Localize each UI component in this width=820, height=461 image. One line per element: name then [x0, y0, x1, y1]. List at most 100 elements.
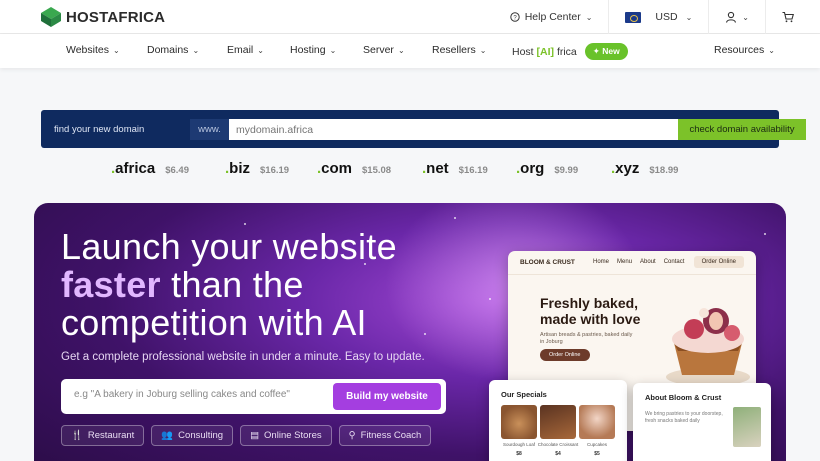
chip-label: Restaurant — [87, 430, 135, 441]
nav-label: Email — [227, 44, 254, 56]
tld-item[interactable]: .africa $6.49 — [111, 160, 189, 177]
build-website-button[interactable]: Build my website — [333, 383, 441, 410]
domain-search-bar: find your new domain www. check domain a… — [41, 110, 806, 148]
ai-prefix: Host — [512, 45, 534, 58]
tld-name: .xyz — [611, 160, 640, 177]
tld-item[interactable]: .com $15.08 — [317, 160, 391, 177]
croissant-image — [540, 405, 576, 439]
check-domain-button[interactable]: check domain availability — [678, 119, 806, 140]
hero-subtitle: Get a complete professional website in u… — [61, 351, 425, 363]
hero-banner: Launch your website faster than the comp… — [34, 203, 786, 461]
preview-link: Home — [593, 259, 610, 265]
help-center-menu[interactable]: ? Help Center ⌄ — [494, 0, 609, 34]
preview-about-card: About Bloom & Crust We bring pastries to… — [633, 383, 771, 461]
special-price: $4 — [555, 451, 561, 457]
dumbbell-icon: ⚲ — [348, 430, 356, 441]
chip-restaurant[interactable]: 🍴 Restaurant — [61, 425, 145, 446]
preview-link: Menu — [617, 259, 633, 265]
nav-server[interactable]: Server ⌄ — [363, 44, 405, 56]
chevron-down-icon: ⌄ — [585, 12, 593, 22]
special-price: $5 — [594, 451, 600, 457]
tld-price: $16.19 — [458, 165, 488, 176]
tld-price: $16.19 — [260, 165, 290, 176]
tld-price-row: .africa $6.49 .biz $16.19 .com $15.08 .net $… — [0, 160, 820, 180]
currency-selector[interactable]: USD ⌄ — [608, 0, 708, 34]
chevron-down-icon: ⌄ — [192, 45, 200, 55]
chevron-down-icon: ⌄ — [329, 45, 337, 55]
tld-item[interactable]: .org $9.99 — [516, 160, 578, 177]
about-title: About Bloom & Crust — [645, 393, 722, 402]
nav-label: Websites — [66, 44, 109, 56]
new-badge: ✦ New — [584, 43, 628, 60]
nav-email[interactable]: Email ⌄ — [227, 44, 264, 56]
tld-item[interactable]: .biz $16.19 — [225, 160, 289, 177]
tld-name: .biz — [225, 160, 251, 177]
main-nav: Websites ⌄ Domains ⌄ Email ⌄ Hosting ⌄ Serve… — [0, 34, 820, 68]
chip-consulting[interactable]: 👥 Consulting — [151, 425, 234, 446]
about-text: We bring pastries to your doorstep, fres… — [645, 411, 723, 424]
nav-resources[interactable]: Resources ⌄ — [714, 44, 775, 56]
tld-name: .africa — [111, 160, 156, 177]
ai-brand: Host [AI] frica — [512, 46, 577, 58]
tld-item[interactable]: .net $16.19 — [422, 160, 488, 177]
special-price: $8 — [516, 451, 522, 457]
preview-specials-card: Our Specials Sourdough Loaf Chocolate Cr… — [489, 380, 627, 461]
special-label: Sourdough Loaf — [502, 442, 536, 447]
nav-hosting[interactable]: Hosting ⌄ — [290, 44, 336, 56]
preview-tagline: Artisan breads & pastries, baked daily i… — [540, 332, 633, 345]
tld-name: .com — [317, 160, 353, 177]
chevron-down-icon: ⌄ — [397, 45, 405, 55]
preview-links: Home Menu About Contact — [593, 259, 684, 265]
tld-name: .net — [422, 160, 449, 177]
tld-price: $9.99 — [554, 165, 579, 176]
chip-online-stores[interactable]: ▤ Online Stores — [240, 425, 332, 446]
help-center-label: Help Center — [524, 11, 581, 23]
nav-label: Hosting — [290, 44, 326, 56]
ai-suffix: frica — [556, 45, 577, 58]
star-decoration — [764, 233, 766, 235]
star-decoration — [424, 333, 426, 335]
www-prefix: www. — [190, 119, 229, 140]
headline-line-2: faster than the — [61, 266, 397, 304]
headline-accent: faster — [61, 264, 161, 305]
headline-line-1: Launch your website — [61, 226, 397, 267]
chevron-down-icon: ⌄ — [768, 45, 775, 55]
top-utilities: ? Help Center ⌄ USD ⌄ ⌄ — [494, 0, 820, 34]
website-prompt-input[interactable]: e.g "A bakery in Joburg selling cakes an… — [74, 389, 290, 400]
nav-label: Domains — [147, 44, 189, 56]
headline-line-3: competition with AI — [61, 302, 367, 343]
preview-link: Contact — [663, 259, 685, 265]
preview-cta: Order Online — [540, 349, 590, 361]
cart-button[interactable] — [765, 0, 820, 34]
tld-price: $15.08 — [362, 165, 392, 176]
account-menu[interactable]: ⌄ — [708, 0, 765, 34]
headline-line-2-rest: than the — [160, 264, 304, 305]
new-badge-label: New — [602, 46, 620, 56]
logo-text: HOSTAFRICA — [66, 8, 166, 26]
chip-label: Consulting — [178, 430, 224, 441]
preview-nav: BLOOM & CRUST Home Menu About Contact Or… — [508, 251, 756, 275]
specials-title: Our Specials — [501, 390, 547, 399]
cupcakes-image — [579, 405, 615, 439]
nav-label: Resources — [714, 44, 765, 56]
tld-name: .org — [516, 160, 545, 177]
logo[interactable]: HOSTAFRICA — [40, 6, 165, 28]
chip-fitness-coach[interactable]: ⚲ Fitness Coach — [338, 425, 432, 446]
currency-label: USD — [655, 11, 678, 23]
preview-headline: Freshly baked, made with love — [540, 295, 641, 327]
chevron-down-icon: ⌄ — [257, 45, 264, 55]
nav-resellers[interactable]: Resellers ⌄ — [432, 44, 486, 56]
tld-item[interactable]: .xyz $18.99 — [611, 160, 678, 177]
special-label: Chocolate Croissant — [537, 442, 579, 447]
cake-image — [666, 308, 750, 386]
domain-search-input[interactable] — [229, 119, 678, 140]
special-label: Cupcakes — [586, 442, 607, 447]
top-bar: HOSTAFRICA ? Help Center ⌄ USD ⌄ ⌄ — [0, 0, 820, 34]
ai-mid: [AI] — [536, 45, 555, 58]
nav-hostafrica-ai[interactable]: Host [AI] frica ✦ New — [512, 43, 628, 60]
chip-label: Fitness Coach — [360, 430, 422, 441]
baker-image — [733, 407, 761, 447]
nav-websites[interactable]: Websites ⌄ — [66, 44, 120, 56]
user-icon — [726, 11, 737, 23]
nav-domains[interactable]: Domains ⌄ — [147, 44, 199, 56]
